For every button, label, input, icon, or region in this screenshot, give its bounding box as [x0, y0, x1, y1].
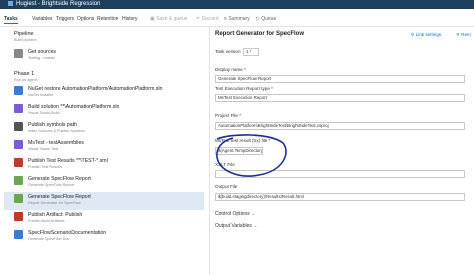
pipeline-subtitle: Build pipeline	[14, 38, 37, 42]
chevron-down-icon: ⌄	[253, 223, 258, 228]
pipeline-icon	[8, 1, 13, 6]
get-sources-row[interactable]: Get sources Testing · master	[4, 47, 204, 65]
output-label: Output File	[215, 184, 238, 189]
chevron-down-icon: ⌄	[251, 211, 256, 216]
visual-studio-icon	[14, 104, 23, 113]
phase-subtitle: Run on agent	[14, 78, 37, 82]
task-row[interactable]: Generate SpecFlow Report Generate SpecFl…	[4, 174, 204, 192]
task-row-selected[interactable]: Generate SpecFlow Report Report Generato…	[4, 192, 204, 210]
tab-history[interactable]: History	[122, 16, 138, 22]
task-row[interactable]: Publish Test Results **\TEST-*.xml Publi…	[4, 156, 204, 174]
report-type-label: Test Execution Report type *	[215, 86, 273, 91]
display-name-label: Display name *	[215, 67, 246, 72]
nuget-icon	[14, 86, 23, 95]
project-file-label: Project File *	[215, 113, 242, 118]
task-row[interactable]: Build solution **\AutomationPlatform.sln…	[4, 102, 204, 120]
task-version-select[interactable]: 1.*	[243, 48, 259, 56]
test-icon	[14, 140, 23, 149]
breadcrumb[interactable]: Hugiest - Brightside Regression	[8, 1, 118, 7]
task-row[interactable]: Publish symbols path Index Sources & Pub…	[4, 120, 204, 138]
tab-tasks[interactable]: Tasks	[4, 16, 18, 24]
task-version-label: Task version	[215, 49, 241, 54]
queue-button[interactable]: ▷ Queue	[256, 16, 276, 22]
task-row[interactable]: Publish Artifact: Publish Publish Build …	[4, 210, 204, 228]
publish-icon	[14, 158, 23, 167]
output-variables-section[interactable]: Output Variables ⌄	[215, 223, 257, 229]
tab-options[interactable]: Options	[77, 16, 94, 22]
tab-triggers[interactable]: Triggers	[56, 16, 74, 22]
report-type-select[interactable]: MsTest Execution Report	[215, 94, 465, 102]
pipeline-title: Pipeline	[14, 31, 34, 37]
remove-button[interactable]: ✕ Rem	[456, 32, 471, 38]
pipeline-panel: Pipeline Build pipeline Get sources Test…	[0, 27, 210, 275]
doc-icon	[14, 230, 23, 239]
summary-button[interactable]: ≡ Summary	[224, 16, 250, 22]
control-options-section[interactable]: Control Options ⌄	[215, 211, 255, 217]
project-file-input[interactable]: AutomationPlatform\BrightSideTest\Bright…	[215, 122, 465, 130]
tab-retention[interactable]: Retention	[97, 16, 118, 22]
task-row[interactable]: MsTest - testAssemblies Visual Studio Te…	[4, 138, 204, 156]
tab-variables[interactable]: Variables	[32, 16, 52, 22]
specflow-icon	[14, 194, 23, 203]
annotation-ellipse	[216, 134, 287, 177]
save-queue-button[interactable]: ▣ Save & queue	[150, 16, 188, 22]
specflow-icon	[14, 176, 23, 185]
task-row[interactable]: SpecFlowScenarioDocumentation Generate S…	[4, 228, 204, 246]
task-details-panel: Report Generator for SpecFlow ⚲ Link set…	[211, 27, 474, 275]
phase-title[interactable]: Phase 1	[14, 71, 34, 77]
top-bar: Hugiest - Brightside Regression	[0, 0, 474, 9]
discard-button[interactable]: ↶ Discard	[196, 16, 219, 22]
source-icon	[14, 49, 23, 58]
details-title: Report Generator for SpecFlow	[215, 31, 305, 37]
link-settings-button[interactable]: ⚲ Link settings	[411, 32, 441, 38]
task-row[interactable]: NuGet restore AutomationPlatform/Automat…	[4, 84, 204, 102]
toolbar: Tasks Variables Triggers Options Retenti…	[0, 9, 474, 27]
output-input[interactable]: $(build.stagingdirectory)\Results\Result…	[215, 193, 465, 201]
artifact-icon	[14, 212, 23, 221]
symbols-icon	[14, 122, 23, 131]
breadcrumb-title: Hugiest - Brightside Regression	[16, 1, 101, 7]
display-name-input[interactable]: Generate SpecFlow Report	[215, 75, 465, 83]
